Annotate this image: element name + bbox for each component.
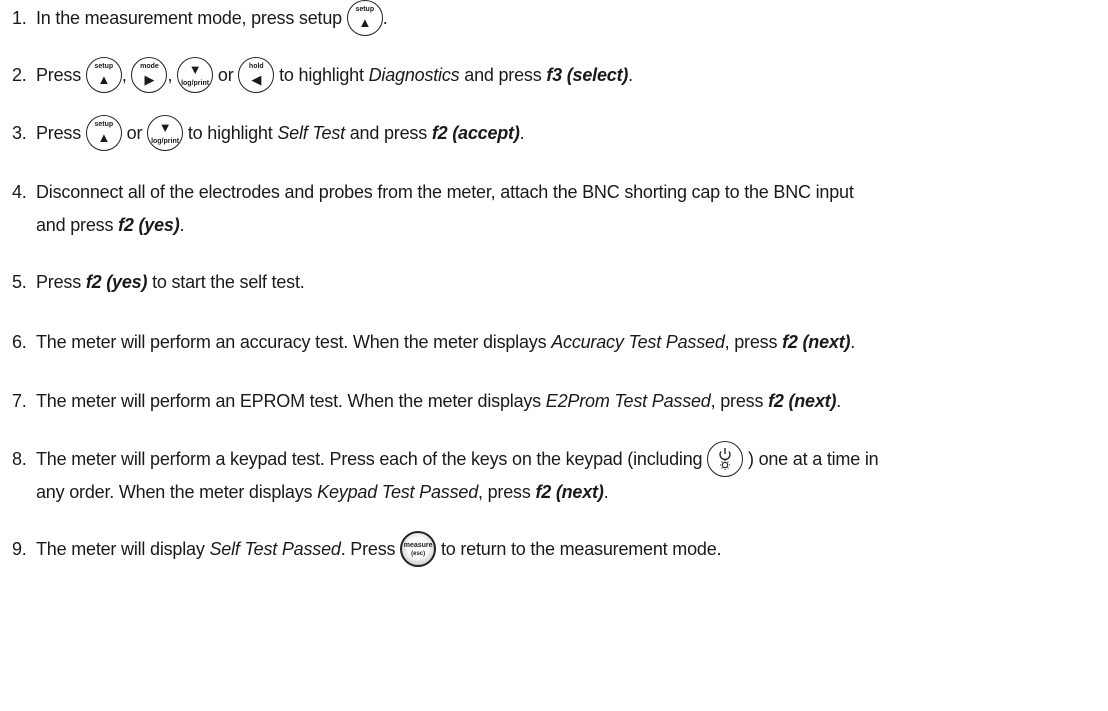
display-message: Keypad Test Passed bbox=[317, 482, 478, 502]
step-number: 3. bbox=[12, 123, 27, 143]
hold-left-arrow-icon: hold ◀ bbox=[238, 57, 275, 94]
display-message: Accuracy Test Passed bbox=[551, 332, 725, 352]
setup-up-arrow-icon: setup ▲ bbox=[85, 115, 122, 152]
step-1: 1. In the measurement mode, press setup s… bbox=[12, 0, 1102, 37]
display-message: E2Prom Test Passed bbox=[545, 391, 711, 411]
setup-up-arrow-icon: setup ▲ bbox=[85, 57, 122, 94]
instruction-list: 1. In the measurement mode, press setup s… bbox=[0, 0, 1108, 711]
step-number: 6. bbox=[12, 332, 27, 352]
measure-esc-key-icon: measure (esc) bbox=[400, 531, 437, 568]
softkey-name: f2 (yes) bbox=[85, 272, 148, 292]
step-number: 8. bbox=[12, 449, 27, 469]
softkey-name: f2 (yes) bbox=[118, 215, 180, 235]
step-9: 9. The meter will display Self Test Passe… bbox=[12, 531, 1102, 568]
softkey-name: f2 (accept) bbox=[431, 123, 520, 143]
step-number: 5. bbox=[12, 272, 27, 292]
display-message: Self Test Passed bbox=[209, 539, 341, 559]
mode-right-arrow-icon: mode ▶ bbox=[131, 57, 168, 94]
menu-item-name: Diagnostics bbox=[368, 65, 460, 85]
log-print-down-arrow-icon: ▼ log/print bbox=[177, 57, 214, 94]
step-number: 2. bbox=[12, 65, 27, 85]
step-5: 5. Press f2 (yes) to start the self test. bbox=[12, 266, 1102, 299]
step-number: 1. bbox=[12, 8, 27, 28]
step-4: 4. Disconnect all of the electrodes and p… bbox=[12, 176, 1102, 242]
softkey-name: f2 (next) bbox=[535, 482, 604, 502]
softkey-name: f3 (select) bbox=[546, 65, 629, 85]
step-number: 7. bbox=[12, 391, 27, 411]
step-2: 2. Press setup ▲, mode ▶, ▼ log/print or hol… bbox=[12, 57, 1102, 94]
power-light-icon bbox=[707, 441, 744, 478]
step-8: 8. The meter will perform a keypad test. … bbox=[12, 441, 1102, 509]
step-7: 7. The meter will perform an EPROM test. … bbox=[12, 385, 1102, 418]
step-3: 3. Press setup ▲ or ▼ log/print to highligh… bbox=[12, 115, 1102, 152]
step-6: 6. The meter will perform an accuracy tes… bbox=[12, 326, 1102, 359]
log-print-down-arrow-icon: ▼ log/print bbox=[147, 115, 184, 152]
menu-item-name: Self Test bbox=[277, 123, 345, 143]
step-number: 4. bbox=[12, 182, 27, 202]
softkey-name: f2 (next) bbox=[782, 332, 851, 352]
softkey-name: f2 (next) bbox=[768, 391, 837, 411]
setup-up-arrow-icon: setup ▲ bbox=[346, 0, 383, 37]
step-number: 9. bbox=[12, 539, 27, 559]
